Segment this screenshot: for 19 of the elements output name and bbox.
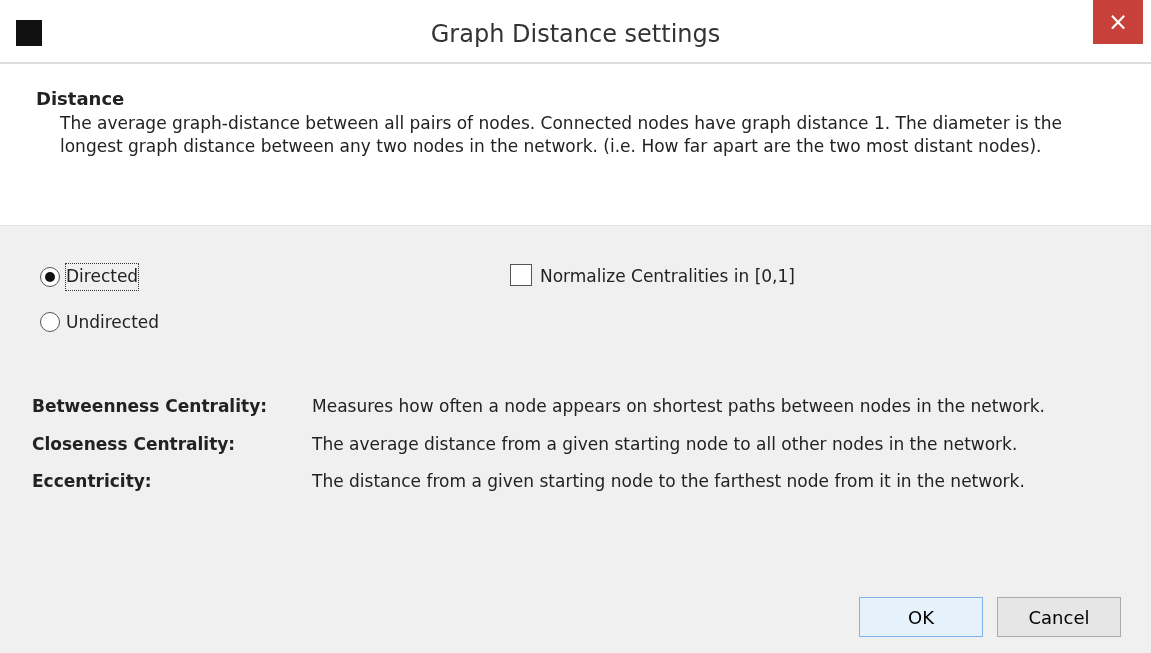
section-title: Distance xyxy=(36,88,126,110)
radio-label[interactable]: Directed xyxy=(66,264,139,290)
radio-label[interactable]: Undirected xyxy=(66,309,160,335)
checkbox-label[interactable]: Normalize Centralities in [0,1] xyxy=(540,264,795,290)
window-title: Graph Distance settings xyxy=(430,20,721,48)
section-description: The average graph-distance between all pairs of nodes. Connected nodes have graph distance 1. The diameter is the longest graph distance between any two nodes in the network. (i.e. How far apart are the two most distant nodes). xyxy=(60,111,1063,159)
close-button[interactable]: × xyxy=(1093,0,1143,44)
definition-term: Closeness Centrality: xyxy=(32,432,237,456)
app-icon xyxy=(16,20,42,46)
definition-term: Eccentricity: xyxy=(32,470,153,493)
definition-text: The average distance from a given starting node to all other nodes in the network. xyxy=(312,432,1019,456)
radio-button[interactable] xyxy=(40,312,60,333)
definition-text: The distance from a given starting node to the farthest node from it in the network. xyxy=(312,470,1026,493)
definition-term: Betweenness Centrality: xyxy=(32,395,269,418)
cancel-button[interactable]: Cancel xyxy=(997,597,1121,637)
radio-button[interactable] xyxy=(40,266,60,287)
definition-text: Measures how often a node appears on shortest paths between nodes in the network. xyxy=(312,395,1046,418)
ok-button[interactable]: OK xyxy=(859,597,983,637)
checkbox[interactable] xyxy=(510,264,532,286)
